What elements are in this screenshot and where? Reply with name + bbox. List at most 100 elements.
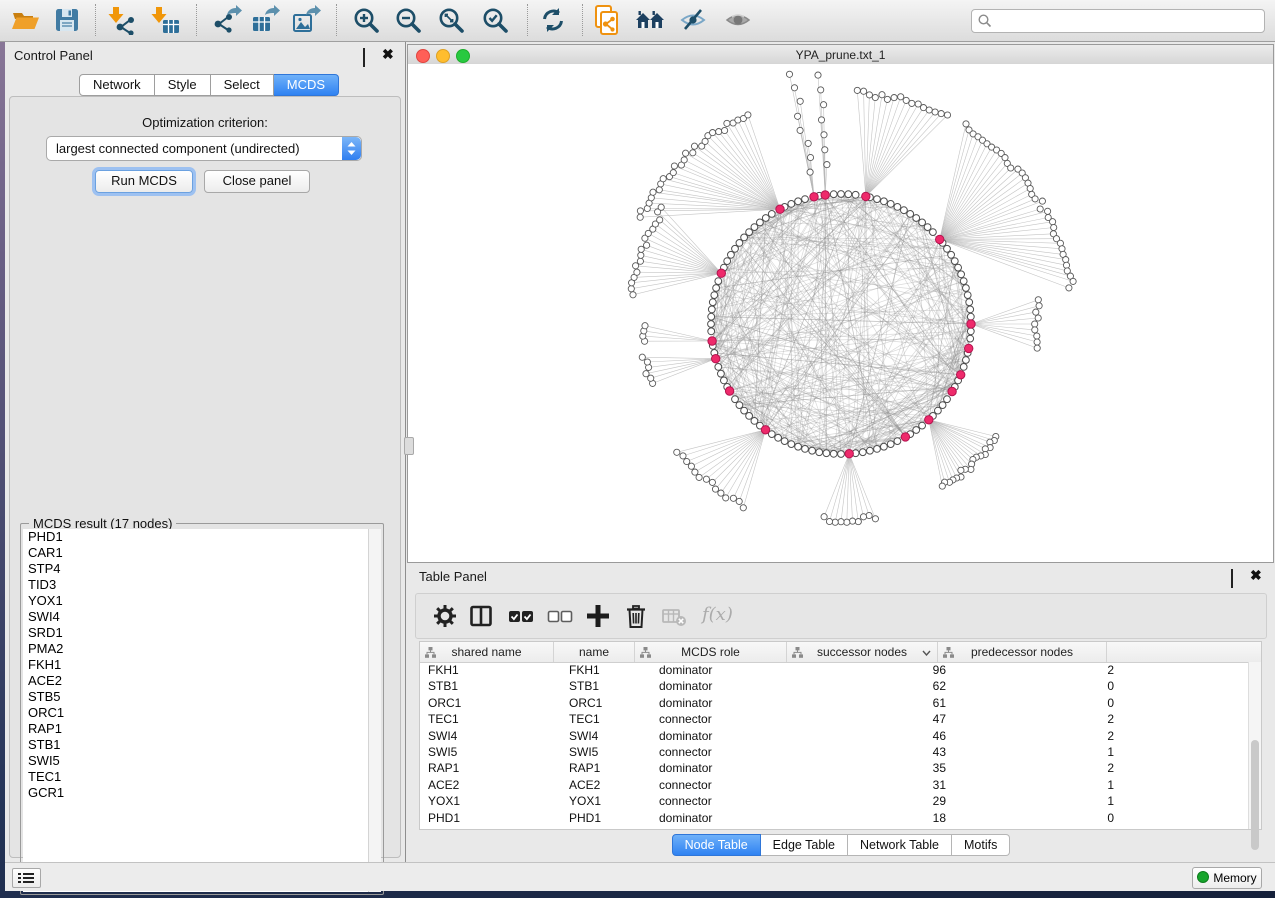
- mcds-result-item[interactable]: TID3: [23, 577, 368, 593]
- memory-button[interactable]: Memory: [1192, 867, 1262, 889]
- hide-selected-eye-slash-icon[interactable]: [678, 5, 708, 35]
- mcds-result-item[interactable]: STP4: [23, 561, 368, 577]
- mcds-result-item[interactable]: GCR1: [23, 785, 368, 801]
- export-image-icon[interactable]: [291, 5, 321, 35]
- table-row[interactable]: ORC1ORC1dominator610: [420, 695, 1249, 711]
- tab-node-table[interactable]: Node Table: [672, 834, 761, 856]
- zoom-fit-icon[interactable]: [436, 5, 466, 35]
- tab-select[interactable]: Select: [211, 74, 274, 96]
- tab-style[interactable]: Style: [155, 74, 211, 96]
- search-field[interactable]: [971, 9, 1265, 33]
- mcds-result-item[interactable]: STB1: [23, 737, 368, 753]
- main-toolbar: [0, 0, 1275, 42]
- column-header-successor-nodes[interactable]: successor nodes: [787, 642, 938, 662]
- mcds-result-item[interactable]: PMA2: [23, 641, 368, 657]
- network-window-title: YPA_prune.txt_1: [408, 48, 1273, 62]
- table-row[interactable]: FKH1FKH1dominator962: [420, 662, 1249, 678]
- tab-network[interactable]: Network: [79, 74, 155, 96]
- zoom-in-icon[interactable]: [351, 5, 381, 35]
- table-scrollbar[interactable]: [1248, 662, 1261, 829]
- zoom-out-icon[interactable]: [393, 5, 423, 35]
- mcds-list-scrollbar[interactable]: [368, 529, 381, 892]
- mcds-result-item[interactable]: RAP1: [23, 721, 368, 737]
- column-header-MCDS-role[interactable]: MCDS role: [635, 642, 787, 662]
- houses-icon[interactable]: [635, 5, 665, 35]
- panel-splitter-handle[interactable]: [404, 437, 414, 455]
- close-panel-button[interactable]: Close panel: [204, 170, 310, 193]
- deselect-all-columns-icon[interactable]: [545, 601, 575, 631]
- mcds-result-item[interactable]: TEC1: [23, 769, 368, 785]
- mcds-result-item[interactable]: STB5: [23, 689, 368, 705]
- save-session-icon[interactable]: [52, 5, 82, 35]
- optimization-criterion-dropdown[interactable]: largest connected component (undirected): [46, 136, 362, 161]
- show-all-eye-icon[interactable]: [723, 5, 753, 35]
- delete-column-trash-icon[interactable]: [621, 601, 651, 631]
- close-table-panel-icon[interactable]: ✖: [1250, 570, 1262, 582]
- control-panel-title: Control Panel: [14, 48, 93, 63]
- close-panel-icon[interactable]: ✖: [382, 49, 394, 61]
- mcds-result-item[interactable]: YOX1: [23, 593, 368, 609]
- float-table-panel-icon[interactable]: [1231, 570, 1243, 582]
- search-icon: [977, 13, 993, 29]
- table-row[interactable]: PHD1PHD1dominator180: [420, 810, 1249, 826]
- mcds-result-item[interactable]: CAR1: [23, 545, 368, 561]
- export-network-icon[interactable]: [212, 5, 242, 35]
- network-canvas[interactable]: [408, 64, 1273, 562]
- table-cell: 2: [960, 760, 1128, 776]
- table-row[interactable]: TEC1TEC1connector472: [420, 711, 1249, 727]
- mcds-result-item[interactable]: SRD1: [23, 625, 368, 641]
- table-cell: ORC1: [420, 695, 561, 711]
- table-body: FKH1FKH1dominator962STB1STB1dominator620…: [420, 662, 1249, 829]
- column-header-predecessor-nodes[interactable]: predecessor nodes: [938, 642, 1107, 662]
- refresh-layout-icon[interactable]: [538, 5, 568, 35]
- toolbar-separator: [582, 4, 583, 36]
- import-network-icon[interactable]: [108, 5, 138, 35]
- control-panel-tabs: NetworkStyleSelectMCDS: [79, 74, 339, 96]
- export-table-icon[interactable]: [250, 5, 280, 35]
- column-header-name[interactable]: name: [554, 642, 635, 662]
- memory-status-dot: [1197, 871, 1209, 883]
- add-column-icon[interactable]: [583, 601, 613, 631]
- tab-mcds[interactable]: MCDS: [274, 74, 339, 96]
- mcds-result-list[interactable]: PHD1CAR1STP4TID3YOX1SWI4SRD1PMA2FKH1ACE2…: [23, 529, 368, 892]
- table-cell: 2: [960, 728, 1128, 744]
- float-panel-icon[interactable]: [363, 49, 375, 61]
- zoom-selected-icon[interactable]: [480, 5, 510, 35]
- table-cell: RAP1: [420, 760, 561, 776]
- mcds-result-item[interactable]: SWI4: [23, 609, 368, 625]
- table-toolbar: f(x): [415, 593, 1267, 639]
- table-cell: RAP1: [561, 760, 649, 776]
- table-cell: dominator: [649, 695, 810, 711]
- table-row[interactable]: STB1STB1dominator620: [420, 678, 1249, 694]
- table-row[interactable]: SWI5SWI5connector431: [420, 744, 1249, 760]
- mcds-result-item[interactable]: ACE2: [23, 673, 368, 689]
- mcds-result-item[interactable]: FKH1: [23, 657, 368, 673]
- select-all-columns-icon[interactable]: [506, 601, 536, 631]
- table-cell: 46: [810, 728, 960, 744]
- split-columns-icon[interactable]: [466, 601, 496, 631]
- open-file-icon[interactable]: [10, 5, 40, 35]
- mcds-result-item[interactable]: SWI5: [23, 753, 368, 769]
- dropdown-stepper-icon: [342, 137, 361, 160]
- table-cell: STB1: [561, 678, 649, 694]
- table-row[interactable]: YOX1YOX1connector291: [420, 793, 1249, 809]
- search-input[interactable]: [996, 11, 1260, 31]
- column-header-shared-name[interactable]: shared name: [420, 642, 554, 662]
- tab-network-table[interactable]: Network Table: [848, 834, 952, 856]
- mcds-result-item[interactable]: PHD1: [23, 529, 368, 545]
- table-row[interactable]: RAP1RAP1dominator352: [420, 760, 1249, 776]
- tab-edge-table[interactable]: Edge Table: [761, 834, 848, 856]
- gear-icon[interactable]: [430, 601, 460, 631]
- task-history-button[interactable]: [12, 868, 41, 888]
- new-network-from-selection-icon[interactable]: [592, 5, 622, 35]
- table-cell: connector: [649, 777, 810, 793]
- mcds-result-item[interactable]: ORC1: [23, 705, 368, 721]
- delete-table-icon-disabled: [659, 601, 689, 631]
- task-list-icon: [13, 869, 40, 887]
- table-header-row: shared namenameMCDS rolesuccessor nodesp…: [420, 642, 1261, 663]
- import-table-icon[interactable]: [151, 5, 181, 35]
- tab-motifs[interactable]: Motifs: [952, 834, 1010, 856]
- table-row[interactable]: ACE2ACE2connector311: [420, 777, 1249, 793]
- table-row[interactable]: SWI4SWI4dominator462: [420, 728, 1249, 744]
- run-mcds-button[interactable]: Run MCDS: [95, 170, 193, 193]
